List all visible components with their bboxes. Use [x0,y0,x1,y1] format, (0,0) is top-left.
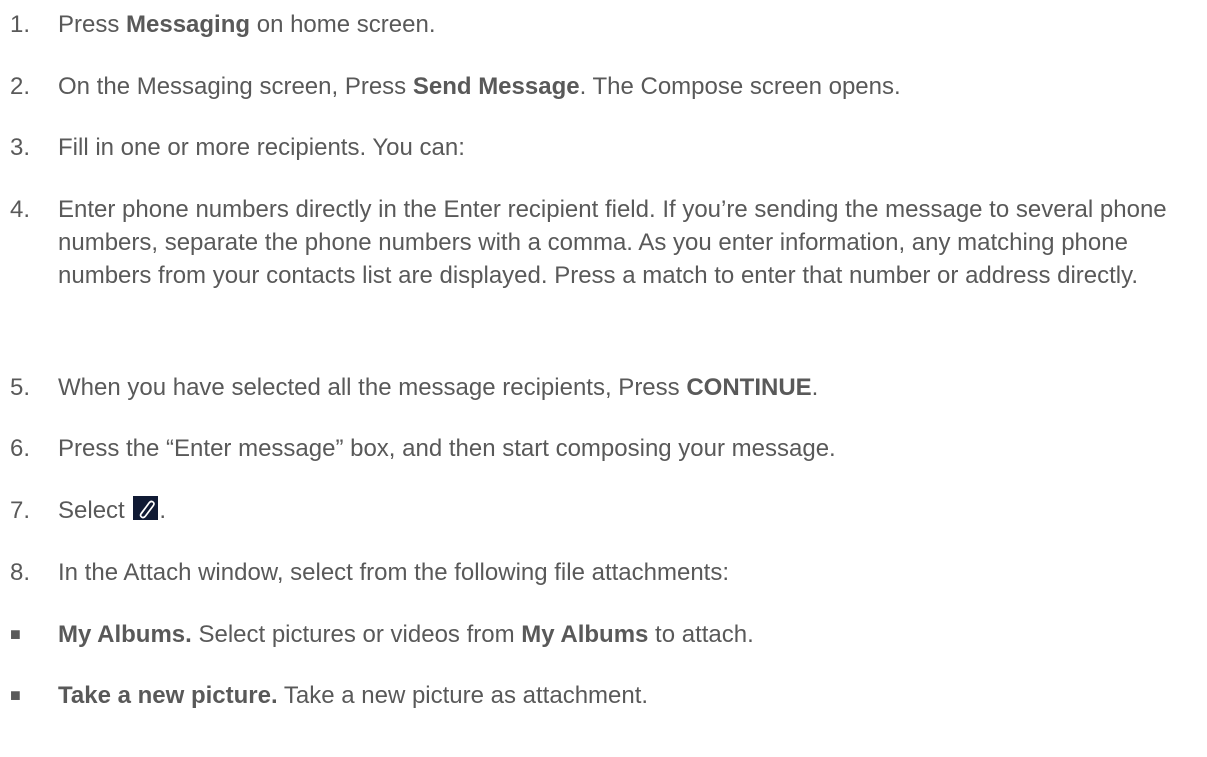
step-text: Select . [58,494,1200,527]
step-number: 2. [10,73,31,100]
step-1: 1. Press Messaging on home screen. [10,8,1200,41]
step-5: 5. When you have selected all the messag… [10,371,1200,404]
step-text-part: Press [58,11,127,38]
step-text: Press the “Enter message” box, and then … [58,435,836,462]
step-number: 4. [10,196,31,223]
bullet-take-new-picture: ■ Take a new picture. Take a new picture… [10,679,1200,712]
step-4: 4. Enter phone numbers directly in the E… [10,193,1200,292]
bullet-text: Take a new picture. Take a new picture a… [58,679,1200,712]
step-text-part: on home screen. [250,11,436,38]
step-3: 3. Fill in one or more recipients. You c… [10,131,1200,164]
step-text-part: Select [58,497,132,524]
step-bold-term: Messaging [126,11,251,38]
step-number: 3. [10,134,31,161]
paperclip-icon [133,496,159,520]
bullet-text-part: to attach. [648,621,754,648]
step-number: 1. [10,11,31,38]
step-text: Fill in one or more recipients. You can: [58,134,465,161]
step-7: 7. Select . [10,494,1200,527]
step-text: In the Attach window, select from the fo… [58,559,730,586]
bullet-bold-term: My Albums. [58,621,192,648]
bullet-marker: ■ [10,624,21,644]
bullet-bold-term: Take a new picture. [58,682,278,709]
step-text: Enter phone numbers directly in the Ente… [58,196,1167,289]
step-text: When you have selected all the message r… [58,371,1200,404]
step-2: 2. On the Messaging screen, Press Send M… [10,70,1200,103]
bullet-text-part: Take a new picture as attachment. [277,682,649,709]
step-text-part: On the Messaging screen, Press [58,73,413,100]
step-number: 8. [10,559,31,586]
bullet-marker: ■ [10,685,21,705]
bullet-my-albums: ■ My Albums. Select pictures or videos f… [10,618,1200,651]
step-number: 7. [10,497,31,524]
step-text: Press Messaging on home screen. [58,8,1200,41]
step-text: On the Messaging screen, Press Send Mess… [58,70,1200,103]
step-6: 6. Press the “Enter message” box, and th… [10,432,1200,465]
document-page: 1. Press Messaging on home screen. 2. On… [0,0,1207,757]
step-number: 6. [10,435,31,462]
bullet-bold-term: My Albums [521,621,649,648]
step-number: 5. [10,374,31,401]
step-bold-term: Send Message [412,73,580,100]
step-bold-term: CONTINUE [686,374,812,401]
step-8: 8. In the Attach window, select from the… [10,556,1200,589]
step-text-part: . [159,497,167,524]
step-text-part: When you have selected all the message r… [58,374,687,401]
step-text-part: . [811,374,819,401]
step-text-part: . The Compose screen opens. [579,73,901,100]
bullet-text-part: Select pictures or videos from [191,621,522,648]
bullet-text: My Albums. Select pictures or videos fro… [58,618,1200,651]
